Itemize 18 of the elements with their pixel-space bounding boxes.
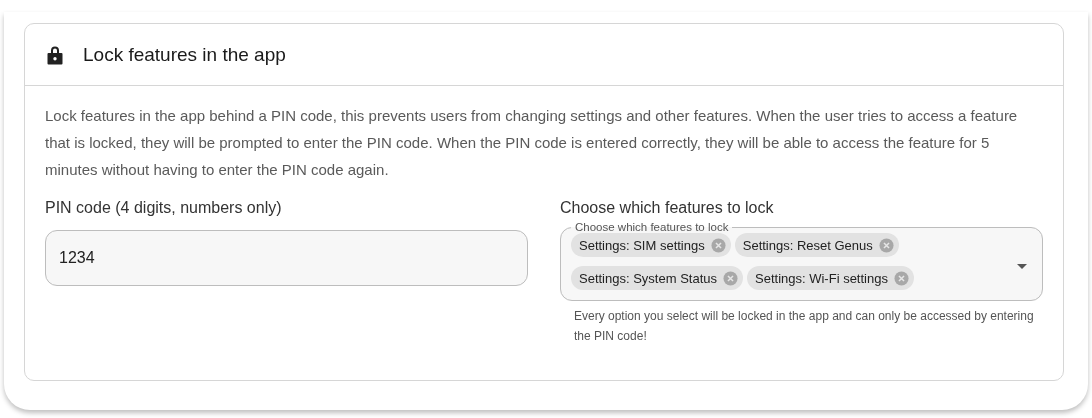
features-label: Choose which features to lock bbox=[560, 198, 774, 218]
feature-chip[interactable]: Settings: SIM settings bbox=[571, 233, 731, 257]
feature-chip[interactable]: Settings: Reset Genus bbox=[734, 233, 899, 257]
pin-input-field[interactable]: 1234 bbox=[45, 230, 528, 286]
description-text: Lock features in the app behind a PIN code, this prevents users from changing settings and other features. When the user tries to access a feature that is locked, they will be prompted to enter the PIN code. When the PIN code is entered correctly, they will be able to access the feature for 5 minutes without having to enter the PIN code again. bbox=[45, 106, 1019, 180]
helper-text: Every option you select will be locked in the app and can only be accessed by entering the PIN code! bbox=[574, 308, 1035, 345]
card-title: Lock features in the app bbox=[83, 43, 286, 66]
remove-icon[interactable] bbox=[723, 270, 738, 286]
caret-icon[interactable] bbox=[1017, 264, 1027, 269]
lock-icon bbox=[47, 44, 63, 65]
feature-chip[interactable]: Settings: Wi-Fi settings bbox=[747, 266, 914, 290]
remove-icon[interactable] bbox=[893, 270, 909, 286]
remove-icon[interactable] bbox=[710, 237, 726, 253]
features-select-field[interactable]: Choose which features to lock Settings: SIM settings Settings: Reset Genus Settings: System Status Settings: Wi-Fi settings bbox=[560, 221, 1043, 301]
remove-icon[interactable] bbox=[878, 237, 894, 253]
select-legend: Choose which features to lock bbox=[571, 221, 733, 233]
pin-label: PIN code (4 digits, numbers only) bbox=[45, 198, 282, 218]
feature-chip[interactable]: Settings: System Status bbox=[571, 266, 743, 290]
